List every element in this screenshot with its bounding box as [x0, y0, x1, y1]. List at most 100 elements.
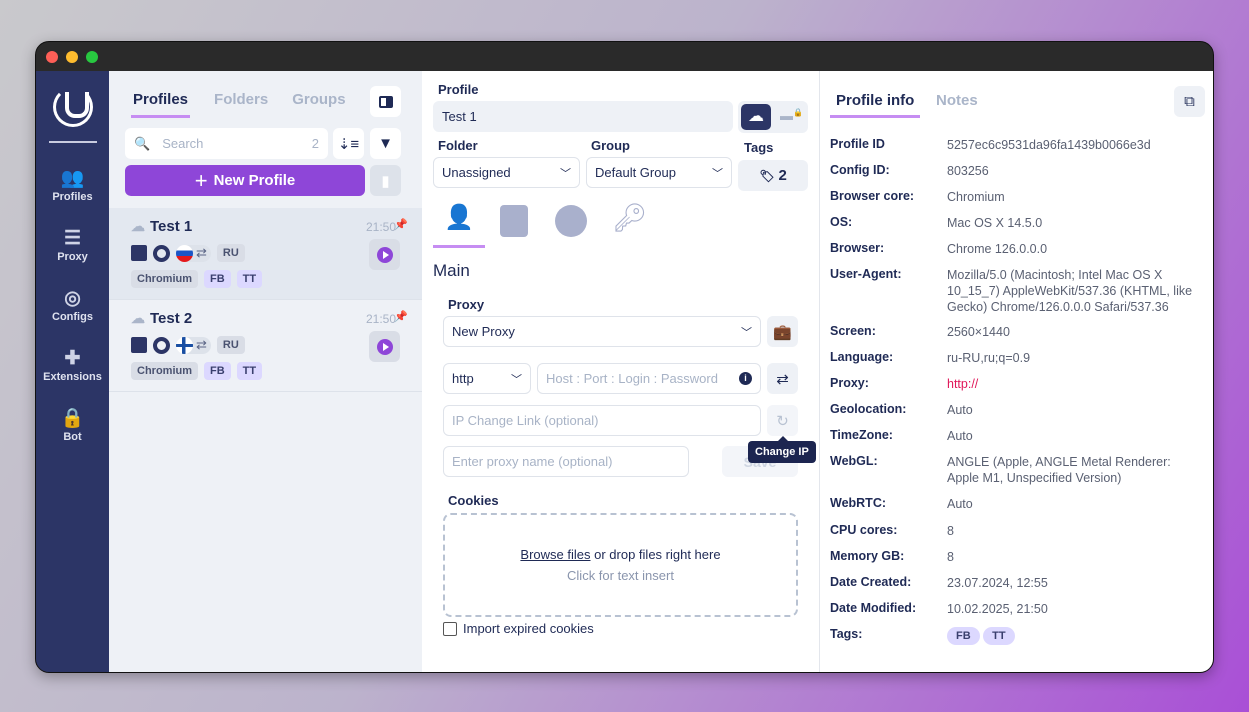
- nav-proxy[interactable]: ☰ Proxy: [57, 227, 88, 273]
- tag-chip: FB: [947, 627, 980, 645]
- group-value: Default Group: [595, 165, 676, 180]
- nav-configs[interactable]: ◎ Configs: [52, 287, 93, 333]
- proxy-select[interactable]: New Proxy ﹀: [443, 316, 761, 347]
- search-icon: 🔍: [134, 135, 151, 151]
- tab-profile-info[interactable]: Profile info: [830, 92, 921, 118]
- profile-time: 21:50: [365, 312, 396, 326]
- copy-button[interactable]: ⧉: [1174, 86, 1205, 117]
- swap-icon: ⇄: [196, 245, 207, 260]
- tab-groups[interactable]: Groups: [292, 91, 345, 118]
- protocol-select[interactable]: http ﹀: [443, 363, 531, 394]
- info-row: Browser: Chrome 126.0.0.0: [830, 241, 1202, 257]
- info-icon[interactable]: i: [739, 372, 752, 385]
- nav-label: Profiles: [52, 191, 93, 203]
- refresh-icon: ↻: [776, 412, 789, 430]
- nav-bot[interactable]: 🔒 Bot: [61, 407, 85, 453]
- app-window: 👥 Profiles ☰ Proxy ◎ Configs ✚ Extensions 🔒 B…: [35, 41, 1214, 673]
- tags-button[interactable]: 🏷 2: [738, 160, 808, 191]
- info-value: Auto: [947, 497, 973, 511]
- profile-time: 21:50: [365, 220, 396, 234]
- profile-list-panel: Profiles Folders Groups 🔍 Search 2 ⇣≡ ▼ + N…: [109, 71, 422, 672]
- tab-notes[interactable]: Notes: [936, 92, 978, 109]
- group-select[interactable]: Default Group ﹀: [586, 157, 732, 188]
- profile-item[interactable]: ☁ Test 1 21:50 📌 ⇄ RU Chromium FB TT: [109, 208, 422, 300]
- tab-profiles[interactable]: Profiles: [131, 91, 191, 118]
- proxy-host-input[interactable]: Host : Port : Login : Password i: [537, 363, 761, 394]
- play-icon: [376, 338, 393, 355]
- start-profile-button[interactable]: [369, 239, 400, 270]
- tags-label: Tags: [744, 140, 774, 155]
- search-placeholder: Search: [162, 136, 204, 151]
- info-value: 2560×1440: [947, 325, 1010, 339]
- minimize-window-button[interactable]: [66, 51, 78, 63]
- info-value: 803256: [947, 164, 989, 178]
- nav-label: Extensions: [43, 371, 102, 383]
- browse-files-link[interactable]: Browse files: [520, 547, 590, 562]
- click-insert-text: Click for text insert: [567, 568, 674, 583]
- sort-button[interactable]: ⇣≡: [333, 128, 364, 159]
- change-ip-button[interactable]: ↻: [767, 405, 798, 436]
- briefcase-icon: 💼: [773, 323, 792, 341]
- profile-label: Profile: [438, 82, 479, 97]
- host-placeholder: Host : Port : Login : Password: [546, 371, 718, 386]
- quick-profile-button[interactable]: ▮: [370, 165, 401, 196]
- profile-name: Test 1: [150, 218, 193, 235]
- checkbox[interactable]: [443, 621, 457, 636]
- storage-toggle: ☁ ▬🔒: [738, 101, 808, 133]
- info-row: Profile ID 5257ec6c9531da96fa1439b0066e3d: [830, 137, 1202, 153]
- nav-profiles[interactable]: 👥 Profiles: [52, 167, 92, 213]
- info-value: 23.07.2024, 12:55: [947, 576, 1048, 590]
- info-value: 5257ec6c9531da96fa1439b0066e3d: [947, 138, 1151, 152]
- profile-item[interactable]: ☁ Test 2 21:50 📌 ⇄ RU Chromium FB TT: [109, 300, 422, 392]
- tab-main[interactable]: 👤: [433, 203, 485, 248]
- ip-change-link-input[interactable]: IP Change Link (optional): [443, 405, 761, 436]
- new-profile-button[interactable]: + New Profile: [125, 165, 365, 196]
- info-key: WebGL:: [830, 454, 878, 468]
- info-row: Tags: FB TT: [830, 627, 1202, 645]
- cookies-dropzone[interactable]: Browse files or drop files right here Cl…: [443, 513, 798, 617]
- tab-folders[interactable]: Folders: [214, 91, 268, 118]
- chevron-down-icon: ﹀: [712, 167, 723, 180]
- profile-name: Test 2: [150, 310, 193, 327]
- swap-icon: ⇄: [196, 337, 207, 352]
- pin-icon[interactable]: 📌: [394, 218, 408, 231]
- cloud-icon: ☁: [131, 310, 145, 326]
- info-row: Proxy: http://: [830, 376, 1202, 392]
- tab-hardware[interactable]: [500, 205, 528, 237]
- info-row: Geolocation: Auto: [830, 402, 1202, 418]
- info-key: TimeZone:: [830, 428, 893, 442]
- start-profile-button[interactable]: [369, 331, 400, 362]
- swap-proxy-button[interactable]: ⇄: [767, 363, 798, 394]
- sidebar-toggle-icon: [378, 95, 393, 108]
- tab-cookies[interactable]: [555, 205, 587, 237]
- protocol-value: http: [452, 371, 474, 386]
- zoom-window-button[interactable]: [86, 51, 98, 63]
- import-expired-checkbox-row[interactable]: Import expired cookies: [443, 621, 594, 636]
- chevron-down-icon: ﹀: [741, 326, 752, 339]
- proxy-manager-button[interactable]: 💼: [767, 316, 798, 347]
- proxy-label: Proxy: [448, 297, 485, 312]
- local-storage-button[interactable]: ▬🔒: [780, 108, 803, 123]
- macos-icon: [131, 337, 147, 353]
- folder-select[interactable]: Unassigned ﹀: [433, 157, 580, 188]
- sidebar-nav: 👥 Profiles ☰ Proxy ◎ Configs ✚ Extensions 🔒 B…: [36, 71, 109, 672]
- toggle-panel-button[interactable]: [370, 86, 401, 117]
- info-key: Date Modified:: [830, 601, 917, 615]
- nav-extensions[interactable]: ✚ Extensions: [43, 347, 102, 393]
- proxy-name-input[interactable]: Enter proxy name (optional): [443, 446, 689, 477]
- profile-name-input[interactable]: Test 1: [433, 101, 733, 132]
- info-value: Mac OS X 14.5.0: [947, 216, 1043, 230]
- info-key: Profile ID: [830, 137, 885, 151]
- tab-keys[interactable]: 🔑︎: [612, 201, 648, 234]
- chrome-icon: [153, 336, 170, 354]
- pin-icon[interactable]: 📌: [394, 310, 408, 323]
- puzzle-icon: ✚: [64, 348, 81, 369]
- search-input[interactable]: 🔍 Search 2: [125, 128, 328, 159]
- tag-chip: FB: [204, 270, 231, 288]
- profile-editor: Profile Test 1 ☁ ▬🔒 Folder Unassigned ﹀ G…: [422, 71, 819, 672]
- cloud-storage-button[interactable]: ☁: [741, 104, 771, 130]
- close-window-button[interactable]: [46, 51, 58, 63]
- info-key: Browser:: [830, 241, 885, 255]
- filter-button[interactable]: ▼: [370, 128, 401, 159]
- chrome-icon: [153, 244, 170, 262]
